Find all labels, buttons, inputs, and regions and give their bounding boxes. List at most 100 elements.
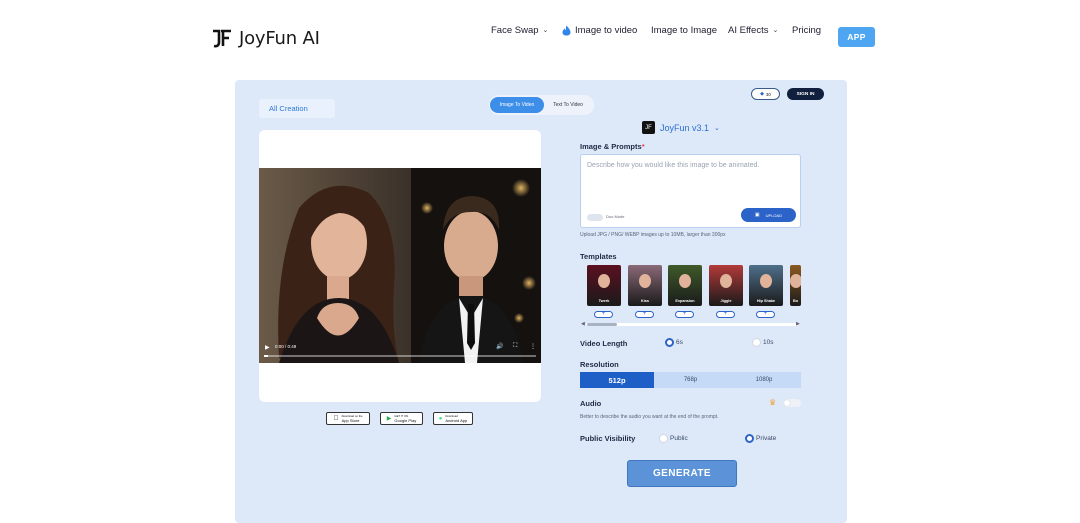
nav-ai-effects-label: AI Effects xyxy=(728,24,769,36)
nav-ai-effects[interactable]: AI Effects ⌄ xyxy=(728,25,778,36)
flame-icon xyxy=(562,25,571,35)
diamond-icon: ◆ xyxy=(760,91,764,97)
resolution-512p[interactable]: 512p xyxy=(580,372,654,388)
visibility-public-radio[interactable] xyxy=(659,434,668,443)
template-thumbnail xyxy=(790,274,801,288)
chevron-down-icon: ⌄ xyxy=(772,27,779,34)
template-thumbnail xyxy=(679,274,691,288)
app-store-badge[interactable]:  Download on the App Store xyxy=(326,412,370,425)
app-button[interactable]: APP xyxy=(838,27,875,47)
preview-video[interactable] xyxy=(259,168,541,363)
nav-image-to-video-label: Image to video xyxy=(575,24,638,36)
video-frame xyxy=(259,168,541,363)
template-card[interactable]: Jiggle xyxy=(709,265,743,306)
nav-pricing[interactable]: Pricing xyxy=(792,25,821,36)
android-app-text: Download Android App xyxy=(445,414,467,423)
generate-button[interactable]: GENERATE xyxy=(627,460,737,487)
length-10s-radio[interactable] xyxy=(752,338,761,347)
tab-image-to-video[interactable]: Image To Video xyxy=(490,97,544,113)
length-6s-label: 6s xyxy=(676,339,683,346)
upload-button[interactable]: ▣ UPLOAD xyxy=(741,208,796,222)
template-thumbnail xyxy=(639,274,651,288)
apple-icon:  xyxy=(333,415,338,422)
template-add-button[interactable]: + xyxy=(635,311,654,318)
template-add-button[interactable]: + xyxy=(716,311,735,318)
template-thumbnail xyxy=(760,274,772,288)
template-card[interactable]: Kiss xyxy=(628,265,662,306)
image-upload-icon: ▣ xyxy=(754,212,760,218)
nav-image-to-video[interactable]: Image to video xyxy=(562,25,637,36)
volume-icon[interactable]: 🔊 xyxy=(496,343,503,350)
image-prompts-label: Image & Prompts* xyxy=(580,142,645,151)
template-add-button[interactable]: + xyxy=(756,311,775,318)
template-card[interactable]: Twerk xyxy=(587,265,621,306)
video-length-label: Video Length xyxy=(580,339,628,348)
visibility-private-radio[interactable] xyxy=(745,434,754,443)
crown-icon: ♛ xyxy=(769,398,777,407)
nav-face-swap-label: Face Swap xyxy=(491,24,539,36)
chevron-down-icon: ⌄ xyxy=(542,27,549,34)
templates-label: Templates xyxy=(580,252,617,261)
duo-mode-label: Duo Mode xyxy=(606,214,625,219)
fullscreen-icon[interactable]: ⛶ xyxy=(513,343,517,350)
video-time: 0:00 / 0:49 xyxy=(275,344,297,349)
nav-pricing-label: Pricing xyxy=(792,24,822,36)
android-app-badge[interactable]: ● Download Android App xyxy=(433,412,473,425)
audio-hint: Better to describe the audio you want at… xyxy=(580,414,719,420)
required-mark: * xyxy=(641,142,645,151)
template-label: Kiss xyxy=(640,299,650,303)
prompt-placeholder: Describe how you would like this image t… xyxy=(587,162,760,169)
upload-label: UPLOAD xyxy=(765,212,783,218)
video-progress-fill xyxy=(264,355,268,357)
template-add-button[interactable]: + xyxy=(675,311,694,318)
length-6s-radio[interactable] xyxy=(665,338,674,347)
template-label: Bo xyxy=(792,299,799,303)
audio-toggle-knob xyxy=(784,400,790,406)
google-play-label: Google Play xyxy=(394,417,417,423)
play-icon[interactable]: ▶ xyxy=(265,344,270,351)
video-progress-track[interactable] xyxy=(264,355,536,357)
model-name: JoyFun v3.1 xyxy=(660,122,710,133)
template-label: Expansion xyxy=(675,299,695,303)
scroll-right-icon[interactable]: ▶ xyxy=(796,321,800,327)
google-play-badge[interactable]: ▶ GET IT ON Google Play xyxy=(380,412,423,425)
joyfun-model-icon: JF xyxy=(642,121,655,134)
more-options-icon[interactable]: ⋮ xyxy=(530,343,536,350)
play-store-icon: ▶ xyxy=(386,416,392,422)
tab-text-to-video[interactable]: Text To Video xyxy=(545,97,591,113)
resolution-768p[interactable]: 768p xyxy=(654,372,727,388)
model-selector[interactable]: JF JoyFun v3.1 ⌄ xyxy=(642,121,720,134)
sign-in-button[interactable]: SIGN IN xyxy=(787,88,824,100)
resolution-label: Resolution xyxy=(580,360,619,369)
templates-scroll-thumb[interactable] xyxy=(587,323,617,326)
credits-badge[interactable]: ◆ 30 xyxy=(751,88,780,100)
app-store-text: Download on the App Store xyxy=(342,414,363,423)
credits-count: 30 xyxy=(765,91,771,97)
template-card[interactable]: Bo xyxy=(790,265,801,306)
template-label: Twerk xyxy=(598,299,610,303)
duo-mode-toggle[interactable] xyxy=(587,214,603,221)
image-prompts-text: Image & Prompts xyxy=(580,142,642,151)
brand-logo[interactable]: JoyFun AI xyxy=(211,27,320,49)
app-store-label: App Store xyxy=(339,417,360,423)
android-app-label: Android App xyxy=(445,417,468,423)
brand-name: JoyFun AI xyxy=(239,27,320,49)
template-card[interactable]: Expansion xyxy=(668,265,702,306)
template-add-button[interactable]: + xyxy=(594,311,613,318)
nav-image-to-image[interactable]: Image to Image xyxy=(651,25,717,36)
audio-label: Audio xyxy=(580,399,602,408)
resolution-1080p[interactable]: 1080p xyxy=(727,372,801,388)
scroll-left-icon[interactable]: ◀ xyxy=(581,321,585,327)
templates-scrollbar[interactable] xyxy=(586,323,798,326)
visibility-private-label: Private xyxy=(756,435,777,442)
nav-image-to-image-label: Image to Image xyxy=(651,24,718,36)
template-label: Hip Shake xyxy=(756,299,776,303)
nav-face-swap[interactable]: Face Swap ⌄ xyxy=(491,25,548,36)
chevron-down-icon: ⌄ xyxy=(714,124,720,132)
template-card[interactable]: Hip Shake xyxy=(749,265,783,306)
upload-hint: Upload JPG / PNG/ WEBP images up to 10MB… xyxy=(580,232,726,238)
joyfun-logo-icon xyxy=(213,29,231,48)
all-creation-button[interactable]: All Creation xyxy=(259,99,335,118)
template-label: Jiggle xyxy=(720,299,732,303)
template-thumbnail xyxy=(598,274,610,288)
